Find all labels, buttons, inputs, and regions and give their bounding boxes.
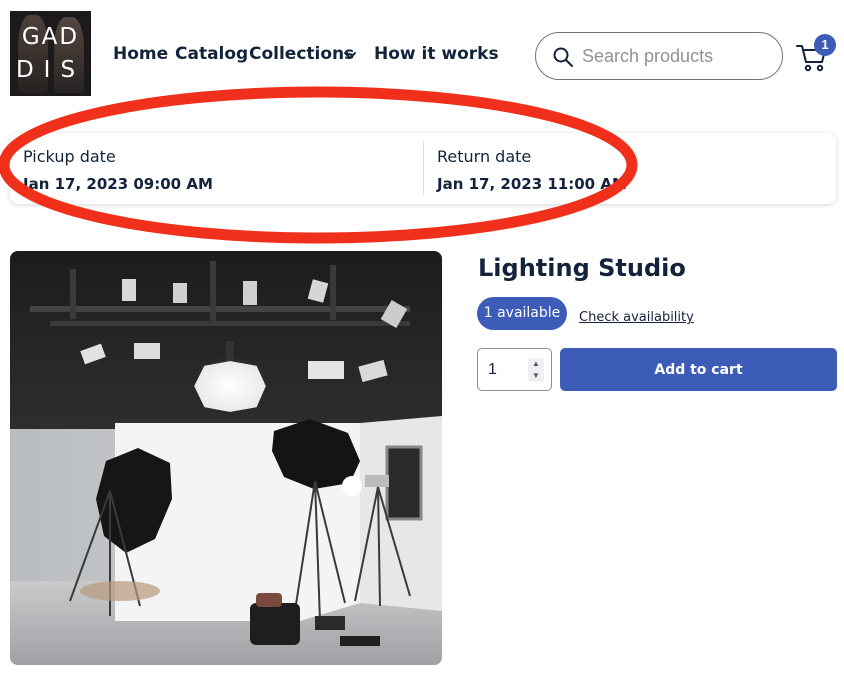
search-input[interactable]: [582, 43, 772, 69]
pickup-date-label: Pickup date: [23, 147, 116, 166]
product-image[interactable]: [10, 251, 442, 665]
quantity-input[interactable]: [488, 359, 522, 381]
check-availability-link[interactable]: Check availability: [579, 310, 694, 325]
pickup-date-value: Jan 17, 2023 09:00 AM: [23, 175, 213, 193]
search-box[interactable]: [535, 32, 783, 80]
cart-count-badge: 1: [814, 34, 836, 56]
chevron-up-icon[interactable]: ▲: [528, 358, 544, 370]
chevron-down-icon[interactable]: [343, 47, 357, 67]
nav-catalog[interactable]: Catalog: [175, 44, 248, 64]
rental-date-bar: Pickup date Jan 17, 2023 09:00 AM Return…: [10, 133, 836, 204]
product-title: Lighting Studio: [478, 254, 686, 282]
nav-collections[interactable]: Collections: [249, 44, 354, 64]
availability-badge: 1 available: [477, 297, 567, 330]
quantity-stepper-buttons: ▲ ▼: [528, 358, 544, 382]
return-date-label: Return date: [437, 147, 532, 166]
search-icon[interactable]: [552, 46, 574, 73]
nav-how-it-works[interactable]: How it works: [374, 44, 499, 64]
nav-home[interactable]: Home: [113, 44, 168, 64]
return-date-value: Jan 17, 2023 11:00 AM: [437, 175, 627, 193]
pickup-date-field[interactable]: Pickup date Jan 17, 2023 09:00 AM: [10, 133, 422, 204]
chevron-down-icon[interactable]: ▼: [528, 370, 544, 382]
store-logo[interactable]: GAD DIS: [10, 11, 91, 96]
logo-text-line1: GAD: [21, 24, 80, 50]
add-to-cart-button[interactable]: Add to cart: [560, 348, 837, 391]
quantity-stepper[interactable]: ▲ ▼: [477, 348, 552, 391]
logo-text-line2: DIS: [15, 57, 86, 83]
return-date-field[interactable]: Return date Jan 17, 2023 11:00 AM: [424, 133, 836, 204]
